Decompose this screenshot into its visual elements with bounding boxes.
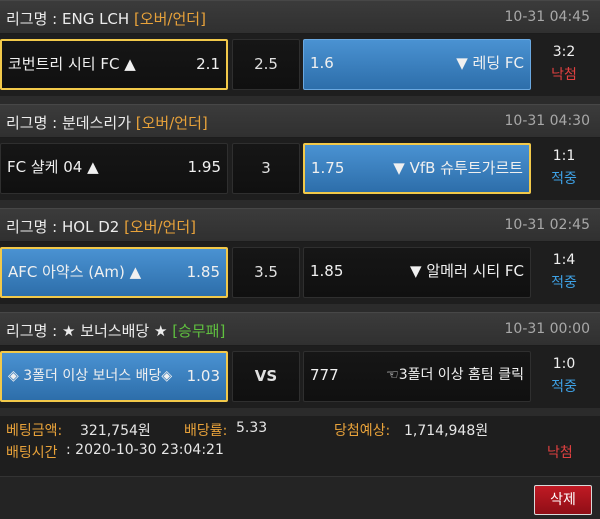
bet-row: FC 샬케 04 ▲ 1.95 3 1.75 ▼ VfB 슈투트가르트 1:1 … bbox=[0, 138, 600, 200]
rate-label: 배당률: bbox=[184, 423, 228, 439]
market-type: [오버/언더] bbox=[124, 218, 197, 236]
delete-button[interactable]: 삭제 bbox=[534, 485, 592, 515]
home-cell[interactable]: ◈ 3폴더 이상 보너스 배당◈ 1.03 bbox=[0, 351, 228, 402]
away-odd: 777 bbox=[310, 366, 339, 384]
rate-value: 5.33 bbox=[236, 420, 268, 436]
league-header: 리그명 : ★ 보너스배당 ★ [승무패] 10-31 00:00 bbox=[0, 312, 600, 346]
home-odd: 2.1 bbox=[196, 55, 220, 73]
away-cell[interactable]: 1.75 ▼ VfB 슈투트가르트 bbox=[303, 143, 531, 194]
home-cell[interactable]: AFC 아약스 (Am) ▲ 1.85 bbox=[0, 247, 228, 298]
away-odd: 1.6 bbox=[310, 54, 334, 72]
draw-value: 2.5 bbox=[254, 55, 278, 73]
market-type: [오버/언더] bbox=[135, 114, 208, 132]
draw-value: 3.5 bbox=[254, 263, 278, 281]
score-box: 1:0 적중 bbox=[536, 346, 592, 396]
score-box: 3:2 낙첨 bbox=[536, 34, 592, 84]
result-badge: 적중 bbox=[551, 379, 577, 395]
league-name: 리그명 : ENG LCH [오버/언더] bbox=[6, 8, 206, 29]
home-team: 코번트리 시티 FC ▲ bbox=[8, 55, 136, 73]
away-team: ▼ 레딩 FC bbox=[456, 54, 524, 72]
league-prefix: 리그명 : HOL D2 bbox=[6, 218, 125, 236]
home-team: FC 샬케 04 ▲ bbox=[7, 158, 99, 176]
league-prefix: 리그명 : ★ 보너스배당 ★ bbox=[6, 322, 173, 340]
score: 1:4 bbox=[552, 252, 576, 268]
league-header: 리그명 : ENG LCH [오버/언더] 10-31 04:45 bbox=[0, 0, 600, 34]
match-time: 10-31 02:45 bbox=[504, 217, 590, 233]
away-odd: 1.85 bbox=[310, 262, 344, 280]
draw-cell[interactable]: VS bbox=[232, 351, 300, 402]
home-odd: 1.95 bbox=[187, 158, 221, 176]
bet-time-label: 배팅시간 bbox=[6, 445, 58, 461]
home-cell[interactable]: FC 샬케 04 ▲ 1.95 bbox=[0, 143, 228, 194]
draw-cell[interactable]: 3.5 bbox=[232, 247, 300, 298]
away-cell[interactable]: 777 ☜3폴더 이상 홈팀 클릭 bbox=[303, 351, 531, 402]
away-cell[interactable]: 1.6 ▼ 레딩 FC bbox=[303, 39, 531, 90]
score: 1:0 bbox=[552, 356, 576, 372]
home-team: ◈ 3폴더 이상 보너스 배당◈ bbox=[8, 368, 173, 384]
bet-slip: 리그명 : ENG LCH [오버/언더] 10-31 04:45 코번트리 시… bbox=[0, 0, 600, 519]
draw-cell[interactable]: 3 bbox=[232, 143, 300, 194]
draw-value: 3 bbox=[261, 159, 271, 177]
league-header: 리그명 : HOL D2 [오버/언더] 10-31 02:45 bbox=[0, 208, 600, 242]
away-cell[interactable]: 1.85 ▼ 알메러 시티 FC bbox=[303, 247, 531, 298]
bet-time-value: : 2020-10-30 23:04:21 bbox=[66, 442, 224, 458]
expected-label: 당첨예상: bbox=[334, 423, 391, 439]
away-team: ▼ VfB 슈투트가르트 bbox=[393, 159, 523, 177]
match-time: 10-31 00:00 bbox=[504, 321, 590, 337]
score: 3:2 bbox=[552, 44, 576, 60]
home-odd: 1.03 bbox=[186, 367, 220, 385]
market-type: [승무패] bbox=[172, 322, 226, 340]
home-odd: 1.85 bbox=[186, 263, 220, 281]
bet-row: AFC 아약스 (Am) ▲ 1.85 3.5 1.85 ▼ 알메러 시티 FC… bbox=[0, 242, 600, 304]
amount-value: 321,754원 bbox=[80, 423, 151, 439]
league-header: 리그명 : 분데스리가 [오버/언더] 10-31 04:30 bbox=[0, 104, 600, 138]
away-odd: 1.75 bbox=[311, 159, 345, 177]
overall-result: 낙첨 bbox=[547, 445, 573, 461]
home-team: AFC 아약스 (Am) ▲ bbox=[8, 263, 142, 281]
amount-label: 베팅금액: bbox=[6, 423, 63, 439]
league-prefix: 리그명 : ENG LCH bbox=[6, 10, 134, 28]
footer-bar: 삭제 bbox=[0, 476, 600, 519]
away-team: ☜3폴더 이상 홈팀 클릭 bbox=[386, 367, 524, 383]
result-badge: 적중 bbox=[551, 275, 577, 291]
score-box: 1:4 적중 bbox=[536, 242, 592, 292]
result-badge: 낙첨 bbox=[551, 67, 577, 83]
expected-value: 1,714,948원 bbox=[404, 423, 489, 439]
home-cell[interactable]: 코번트리 시티 FC ▲ 2.1 bbox=[0, 39, 228, 90]
market-type: [오버/언더] bbox=[133, 10, 206, 28]
league-prefix: 리그명 : 분데스리가 bbox=[6, 114, 136, 132]
match-time: 10-31 04:45 bbox=[504, 9, 590, 25]
league-name: 리그명 : 분데스리가 [오버/언더] bbox=[6, 112, 208, 133]
league-name: 리그명 : ★ 보너스배당 ★ [승무패] bbox=[6, 320, 225, 341]
draw-cell[interactable]: 2.5 bbox=[232, 39, 300, 90]
away-team: ▼ 알메러 시티 FC bbox=[410, 262, 524, 280]
bet-row: 코번트리 시티 FC ▲ 2.1 2.5 1.6 ▼ 레딩 FC 3:2 낙첨 bbox=[0, 34, 600, 96]
vs-label: VS bbox=[254, 367, 278, 385]
score: 1:1 bbox=[552, 148, 576, 164]
score-box: 1:1 적중 bbox=[536, 138, 592, 188]
match-time: 10-31 04:30 bbox=[504, 113, 590, 129]
bet-row: ◈ 3폴더 이상 보너스 배당◈ 1.03 VS 777 ☜3폴더 이상 홈팀 … bbox=[0, 346, 600, 408]
bet-summary: 베팅금액: 321,754원 배당률: 5.33 당첨예상: 1,714,948… bbox=[0, 416, 600, 476]
result-badge: 적중 bbox=[551, 171, 577, 187]
league-name: 리그명 : HOL D2 [오버/언더] bbox=[6, 216, 196, 237]
